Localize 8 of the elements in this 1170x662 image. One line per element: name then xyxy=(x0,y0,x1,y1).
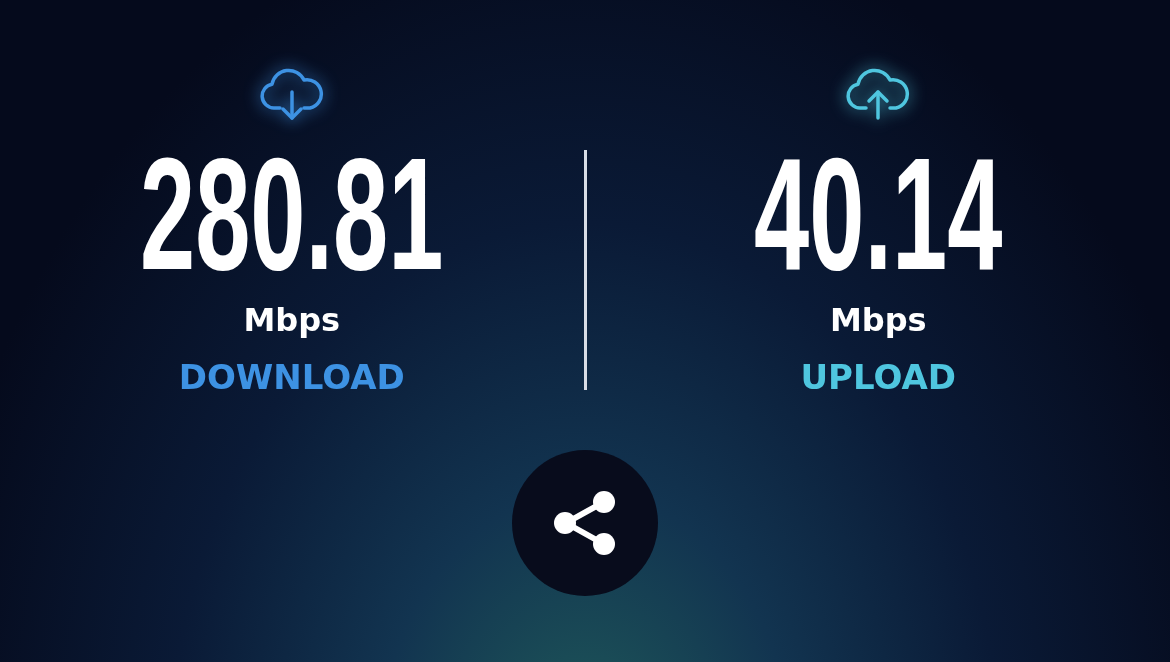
speed-label: UPLOAD xyxy=(800,356,956,398)
speed-value: 40.14 xyxy=(754,144,1003,284)
share-icon xyxy=(552,490,618,556)
cloud-download-icon xyxy=(257,68,326,122)
speed-unit: Mbps xyxy=(829,300,927,340)
speed-value: 280.81 xyxy=(140,144,444,284)
speed-unit: Mbps xyxy=(243,300,341,340)
speed-label: DOWNLOAD xyxy=(178,356,405,398)
